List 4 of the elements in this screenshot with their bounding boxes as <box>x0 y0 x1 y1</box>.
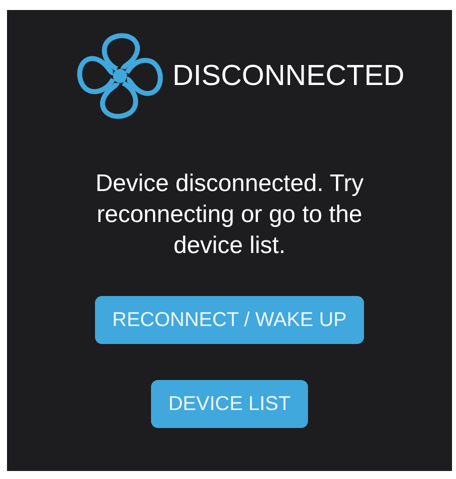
status-message: Device disconnected. Try reconnecting or go to the device list. <box>94 169 365 261</box>
device-list-button[interactable]: DEVICE LIST <box>151 380 308 428</box>
status-title: DISCONNECTED <box>172 60 404 92</box>
reconnect-button[interactable]: RECONNECT / WAKE UP <box>95 296 364 344</box>
